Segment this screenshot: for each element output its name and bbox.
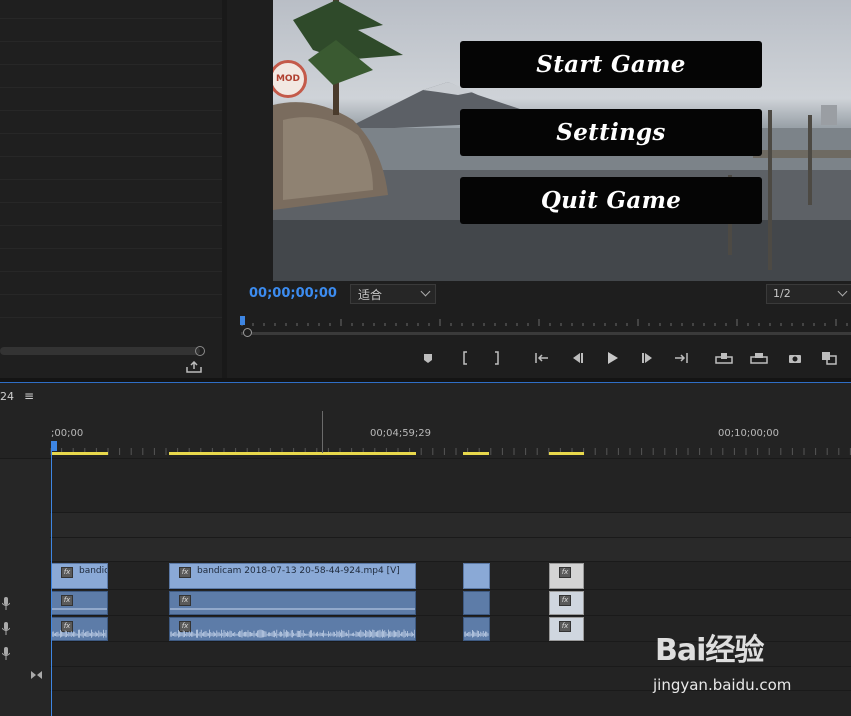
video-track-2[interactable] — [50, 513, 851, 537]
marker-icon[interactable] — [418, 349, 438, 367]
resolution-value: 1/2 — [773, 287, 791, 300]
graphic-clip[interactable]: fx — [549, 563, 584, 589]
zoom-slider-track[interactable] — [0, 347, 200, 355]
panel-row — [0, 64, 222, 65]
fx-badge-icon: fx — [61, 567, 73, 578]
monitor-time-ruler[interactable] — [240, 316, 851, 328]
clip-name: bandicam 2018-07-13 20-58-44-924.mp4 [V] — [197, 566, 400, 576]
fit-zoom-value: 适合 — [358, 288, 383, 302]
zoom-slider-handle[interactable] — [195, 346, 205, 356]
timecode-label-mid: 00;04;59;29 — [370, 428, 432, 439]
panel-row — [0, 133, 222, 134]
waveform — [464, 630, 489, 638]
fit-zoom-select[interactable]: 适合 — [350, 284, 436, 304]
go-to-in-icon[interactable] — [532, 349, 552, 367]
clip-name: bandica — [79, 566, 107, 576]
export-frame-icon[interactable] — [785, 349, 805, 367]
audio-clip[interactable]: fx — [169, 591, 416, 615]
panel-row — [0, 225, 222, 226]
panel-row — [0, 87, 222, 88]
timeline-playhead[interactable] — [51, 441, 52, 716]
timecode-label-end: 00;10;00;00 — [718, 428, 780, 439]
panel-row — [0, 294, 222, 295]
game-logo-text: MOD — [275, 74, 301, 84]
chevron-down-icon — [837, 286, 848, 297]
waveform — [170, 608, 415, 610]
panel-row — [0, 202, 222, 203]
audio-clip[interactable]: fx — [51, 617, 108, 641]
extract-icon[interactable] — [749, 349, 769, 367]
compare-view-icon[interactable] — [819, 349, 839, 367]
project-panel — [0, 0, 222, 378]
timeline-focus-border — [0, 382, 851, 383]
resolution-select[interactable]: 1/2 — [766, 284, 851, 304]
panel-row — [0, 156, 222, 157]
baidu-watermark-logo: Bai经验 — [655, 633, 764, 668]
audio-clip[interactable]: fx — [169, 617, 416, 641]
settings-button[interactable]: Settings — [460, 109, 762, 156]
panel-row — [0, 110, 222, 111]
playhead-handle[interactable] — [51, 441, 57, 451]
video-clip[interactable] — [463, 563, 490, 589]
video-preview: MOD Start Game Settings Quit Game — [273, 0, 851, 281]
monitor-playhead-marker — [240, 316, 245, 325]
audio-clip[interactable] — [463, 591, 490, 615]
work-area-bar[interactable] — [463, 452, 489, 455]
mark-out-icon[interactable] — [487, 349, 507, 367]
fx-badge-icon: fx — [559, 595, 571, 606]
export-icon[interactable] — [186, 361, 202, 373]
waveform — [52, 629, 107, 638]
audio-clip[interactable] — [463, 617, 490, 641]
microphone-icon[interactable] — [2, 647, 10, 660]
waveform — [52, 608, 107, 610]
panel-row — [0, 271, 222, 272]
panel-row — [0, 179, 222, 180]
microphone-icon[interactable] — [2, 622, 10, 635]
panel-row — [0, 41, 222, 42]
master-track-icon[interactable] — [30, 670, 43, 680]
mark-in-icon[interactable] — [455, 349, 475, 367]
go-to-out-icon[interactable] — [671, 349, 691, 367]
panel-row — [0, 317, 222, 318]
chevron-down-icon — [420, 286, 431, 297]
waveform — [170, 629, 415, 638]
audio-clip[interactable]: fx — [549, 617, 584, 641]
playhead-timecode[interactable]: 00;00;00;00 — [249, 286, 337, 301]
panel-menu-icon[interactable]: ≡ — [24, 389, 34, 403]
microphone-icon[interactable] — [2, 597, 10, 610]
play-icon[interactable] — [602, 349, 622, 367]
baidu-watermark-url: jingyan.baidu.com — [653, 676, 792, 694]
audio-clip[interactable]: fx — [549, 591, 584, 615]
fx-badge-icon: fx — [559, 567, 571, 578]
quit-game-button[interactable]: Quit Game — [460, 177, 762, 224]
track-separator — [0, 615, 851, 616]
video-track-1b[interactable] — [50, 538, 851, 561]
lift-icon[interactable] — [714, 349, 734, 367]
track-separator — [0, 561, 851, 562]
work-area-bar[interactable] — [169, 452, 416, 455]
fx-badge-icon: fx — [559, 621, 571, 632]
sequence-tab-label[interactable]: 24 — [0, 390, 14, 403]
monitor-scroll-handle[interactable] — [243, 328, 252, 337]
video-clip[interactable]: fx bandicam 2018-07-13 20-58-44-924.mp4 … — [169, 563, 416, 589]
step-forward-icon[interactable] — [638, 349, 658, 367]
ruler-marker-line — [322, 411, 323, 453]
panel-row — [0, 248, 222, 249]
monitor-zoom-scrollbar[interactable] — [241, 332, 851, 335]
step-back-icon[interactable] — [567, 349, 587, 367]
track-separator — [0, 458, 851, 459]
fx-badge-icon: fx — [179, 567, 191, 578]
panel-row — [0, 18, 222, 19]
track-separator — [0, 589, 851, 590]
timecode-label-start: ;00;00 — [51, 428, 84, 439]
work-area-bar[interactable] — [549, 452, 584, 455]
start-game-button[interactable]: Start Game — [460, 41, 762, 88]
work-area-bar[interactable] — [52, 452, 108, 455]
audio-clip[interactable]: fx — [51, 591, 108, 615]
video-clip[interactable]: fx bandica — [51, 563, 108, 589]
